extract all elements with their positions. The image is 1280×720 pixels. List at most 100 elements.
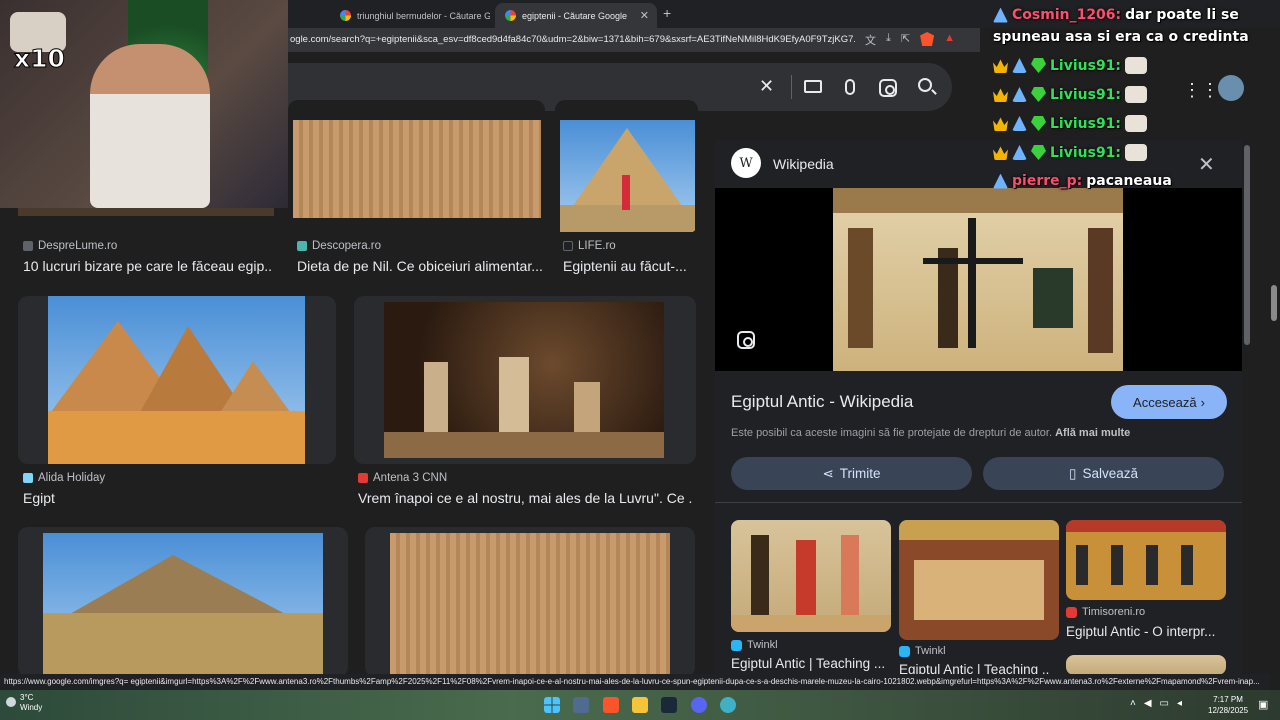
tab-egiptenii[interactable]: egiptenii - Căutare Google ✕ <box>495 3 657 28</box>
cat-emote-icon <box>1125 57 1148 74</box>
chat-user: Livius91: <box>1050 86 1122 103</box>
result-source[interactable]: Antena 3 CNN <box>358 472 447 484</box>
google-apps-icon[interactable]: ⋮⋮ <box>1183 80 1219 101</box>
learn-more-link[interactable]: Află mai multe <box>1055 427 1130 439</box>
related-source[interactable]: Timisoreni.ro <box>1066 606 1145 618</box>
translate-icon[interactable]: 文 <box>865 32 876 48</box>
visit-button[interactable]: Accesează › <box>1111 385 1227 419</box>
network-icon[interactable]: ▭ <box>1160 698 1169 709</box>
chat-text: dar poate li se <box>1125 7 1239 23</box>
panel-site-name[interactable]: Wikipedia <box>773 156 834 172</box>
weather-widget[interactable]: 3°C Windy <box>20 693 42 713</box>
result-image[interactable] <box>390 533 670 677</box>
share-icon: ⋖ <box>822 465 834 481</box>
google-lens-icon[interactable] <box>879 79 897 97</box>
brave-icon[interactable] <box>603 697 619 713</box>
discord-icon[interactable] <box>691 697 707 713</box>
steam-icon[interactable] <box>661 697 677 713</box>
clock[interactable]: 7:17 PM 12/28/2025 <box>1208 694 1248 716</box>
microphone-icon[interactable] <box>845 79 855 95</box>
account-avatar[interactable] <box>1218 75 1244 101</box>
result-card-3[interactable] <box>555 100 698 233</box>
result-card-7[interactable] <box>365 527 695 677</box>
panel-divider <box>715 502 1242 503</box>
result-image[interactable] <box>293 120 541 218</box>
save-button[interactable]: ▯ Salvează <box>983 457 1224 490</box>
notifications-icon[interactable]: ▣ <box>1258 698 1268 711</box>
volume-icon[interactable]: ◀ <box>1144 698 1152 709</box>
image-preview-panel: W Wikipedia ✕ Egiptul Antic - Wikipedia … <box>715 140 1242 675</box>
cat-emote-icon <box>1125 144 1148 161</box>
related-title[interactable]: Egiptul Antic - O interpr... <box>1066 624 1226 639</box>
close-panel-icon[interactable]: ✕ <box>1198 152 1215 177</box>
page-scrollbar[interactable] <box>1271 285 1277 321</box>
preview-image[interactable] <box>833 188 1123 371</box>
new-tab-icon[interactable]: + <box>663 5 671 21</box>
site-favicon-icon <box>358 473 368 483</box>
pyramid-drawing <box>560 128 695 232</box>
result-card-6[interactable] <box>18 527 348 677</box>
result-card-4[interactable] <box>18 296 336 464</box>
gem-badge-icon <box>1031 87 1046 102</box>
result-source[interactable]: Alida Holiday <box>23 472 105 484</box>
google-lens-icon[interactable] <box>737 331 755 349</box>
search-divider <box>791 75 792 99</box>
panel-title[interactable]: Egiptul Antic - Wikipedia <box>731 392 913 412</box>
close-tab-icon[interactable]: ✕ <box>640 9 649 22</box>
chat-message: spuneau asa si era ca o credinta <box>993 29 1249 45</box>
share-button[interactable]: ⋖ Trimite <box>731 457 972 490</box>
search-icon[interactable] <box>918 78 932 92</box>
related-source[interactable]: Twinkl <box>899 645 946 657</box>
speaker-icon[interactable]: ◂ <box>1177 698 1182 709</box>
subscriber-badge-icon <box>1012 87 1027 102</box>
result-source[interactable]: Descopera.ro <box>297 240 381 252</box>
result-title[interactable]: Dieta de pe Nil. Ce obiceiuri alimentar.… <box>297 258 542 274</box>
chevron-up-icon[interactable]: ˄ <box>1130 698 1136 709</box>
statues-drawing <box>384 357 664 458</box>
frieze-drawing <box>1066 520 1226 585</box>
site-favicon-icon <box>297 241 307 251</box>
result-title[interactable]: 10 lucruri bizare pe care le făceau egip… <box>23 258 273 274</box>
crown-badge-icon <box>993 117 1008 131</box>
subscriber-badge-icon <box>993 7 1008 23</box>
preview-area[interactable] <box>715 188 1242 371</box>
result-image[interactable] <box>43 533 323 677</box>
site-favicon-icon <box>563 241 573 251</box>
result-source[interactable]: DespreLume.ro <box>23 240 117 252</box>
result-image[interactable] <box>384 302 664 458</box>
download-icon[interactable]: ⤓ <box>886 32 891 48</box>
related-image[interactable] <box>1066 655 1226 675</box>
task-view-icon[interactable] <box>573 697 589 713</box>
related-title[interactable]: Egiptul Antic | Teaching ... <box>731 656 886 671</box>
pyramids-drawing <box>48 321 305 464</box>
result-title[interactable]: Vrem înapoi ce e al nostru, mai ales de … <box>358 490 693 506</box>
url-text[interactable]: ogle.com/search?q=+egiptenii&sca_esv=df8… <box>290 34 855 45</box>
result-title[interactable]: Egiptenii au făcut-... <box>563 258 693 274</box>
result-card-2[interactable] <box>288 100 545 233</box>
related-image[interactable] <box>899 520 1059 640</box>
brave-shield-icon[interactable] <box>920 32 935 46</box>
subscriber-badge-icon <box>1012 116 1027 131</box>
keyboard-icon[interactable] <box>804 80 822 93</box>
site-favicon-icon <box>731 639 742 651</box>
app-icon[interactable] <box>720 697 736 713</box>
result-image[interactable] <box>48 296 305 464</box>
related-image[interactable] <box>731 520 891 632</box>
related-source[interactable]: Twinkl <box>731 639 778 651</box>
chat-message: Cosmin_1206: dar poate li se <box>993 7 1239 23</box>
result-card-5[interactable] <box>354 296 696 464</box>
result-title[interactable]: Egipt <box>23 490 323 506</box>
rewards-icon[interactable]: ▲ <box>944 32 955 48</box>
panel-scrollbar[interactable] <box>1244 145 1250 345</box>
chat-user: Cosmin_1206: <box>1012 7 1122 23</box>
tab-bermuda[interactable]: triunghiul bermudelor - Căutare Goog <box>330 3 490 28</box>
file-explorer-icon[interactable] <box>632 697 648 713</box>
start-icon[interactable] <box>544 697 560 713</box>
result-source[interactable]: LIFE.ro <box>563 240 616 252</box>
share-page-icon[interactable]: ⇱ <box>901 32 910 48</box>
weather-icon[interactable] <box>6 697 16 707</box>
clear-search-icon[interactable]: ✕ <box>759 76 774 97</box>
gods-drawing <box>731 535 891 632</box>
result-image[interactable] <box>560 120 695 232</box>
related-image[interactable] <box>1066 520 1226 600</box>
